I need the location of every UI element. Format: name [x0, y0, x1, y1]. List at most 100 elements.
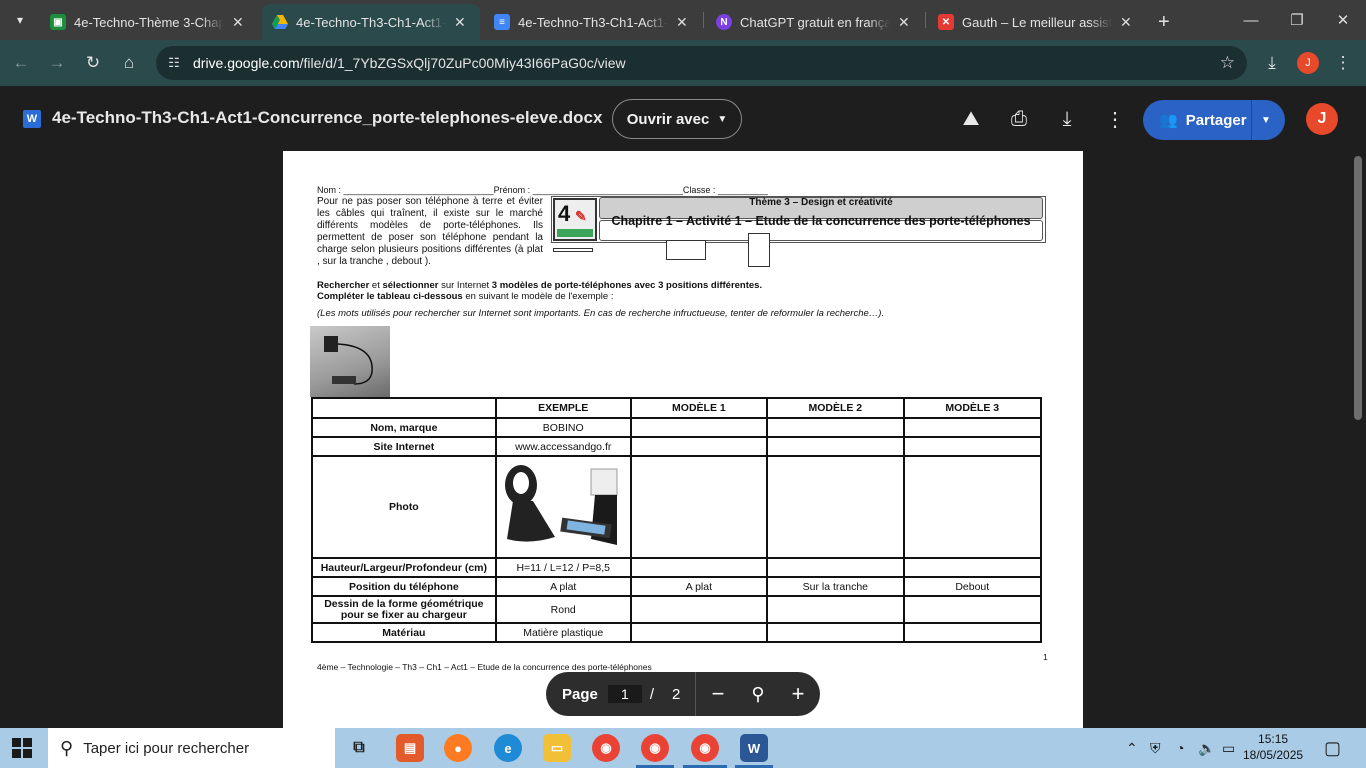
table-cell: Sur la tranche [766, 576, 905, 597]
tab-classroom[interactable]: ▣ 4e-Techno-Thème 3-Chapitre 1 ✕ [40, 4, 258, 40]
avatar[interactable]: J [1297, 52, 1319, 74]
clock-time: 15:15 [1258, 732, 1289, 746]
table-row: Site Internet www.accessandgo.fr [311, 436, 1043, 457]
chevron-down-icon: ▼ [717, 113, 728, 125]
wifi-icon[interactable]: ◔ [1176, 728, 1184, 768]
tab-chatgpt[interactable]: N ChatGPT gratuit en français ✕ [706, 4, 924, 40]
zoom-icon[interactable]: ⚲ [743, 679, 773, 709]
document-title: 4e-Techno-Th3-Ch1-Act1-Concurrence_porte… [52, 108, 603, 127]
menu-icon[interactable]: ⋮ [1328, 48, 1358, 78]
table-cell [902, 595, 1043, 624]
home-icon[interactable]: ⌂ [114, 48, 144, 78]
volume-icon[interactable]: 🔈 [1198, 728, 1215, 768]
firefox-icon[interactable]: ● [444, 734, 472, 762]
table-cell: www.accessandgo.fr [494, 436, 632, 457]
word-icon[interactable]: W [740, 734, 768, 762]
table-row: Nom, marque BOBINO [311, 417, 1043, 438]
close-icon[interactable]: ✕ [454, 14, 466, 31]
search-placeholder: Taper ici pour rechercher [83, 739, 250, 757]
add-to-drive-icon[interactable]: ⛰ [956, 104, 986, 134]
back-icon[interactable]: ← [6, 48, 36, 78]
bookmark-star-icon[interactable]: ☆ [1220, 53, 1235, 73]
download-icon[interactable]: ⤓ [1257, 48, 1287, 78]
classroom-icon: ▣ [50, 14, 66, 30]
close-icon[interactable]: ✕ [898, 14, 910, 31]
close-icon[interactable]: ✕ [676, 14, 688, 31]
print-icon[interactable]: ⎙ [1004, 104, 1034, 134]
chapter-title: Chapitre 1 – Activité 1 – Etude de la co… [599, 215, 1043, 241]
tab-separator [925, 12, 926, 28]
chrome-icon[interactable]: ◉ [592, 734, 620, 762]
zoom-out-icon[interactable]: − [703, 679, 733, 709]
row-label: Dessin de la forme géométrique pour se f… [311, 595, 497, 624]
forward-icon[interactable]: → [42, 48, 72, 78]
tab-search-chevron-icon[interactable]: ▾ [6, 6, 34, 34]
edge-icon[interactable]: e [494, 734, 522, 762]
close-window-icon[interactable]: ✕ [1320, 0, 1366, 40]
new-tab-button[interactable]: + [1148, 4, 1178, 40]
document-page: Nom : ______________________________Prén… [283, 151, 1083, 728]
zoom-in-icon[interactable]: + [783, 679, 813, 709]
clock[interactable]: 15:15 18/05/2025 [1243, 731, 1303, 763]
tab-title: 4e-Techno-Th3-Ch1-Act1-Concurrence [518, 14, 668, 30]
share-button[interactable]: 👥 Partager ▼ [1143, 100, 1285, 140]
chevron-down-icon[interactable]: ▼ [1261, 115, 1271, 126]
more-options-icon[interactable]: ⋮ [1100, 104, 1130, 134]
table-cell [494, 455, 632, 559]
pager-divider [695, 672, 696, 716]
tab-title: ChatGPT gratuit en français [740, 14, 890, 30]
windows-start-icon[interactable] [12, 738, 32, 758]
answer-box-flat [553, 248, 593, 252]
table-cell [766, 557, 905, 578]
viewer-header: W 4e-Techno-Th3-Ch1-Act1-Concurrence_por… [0, 86, 1366, 152]
table-cell: Debout [902, 576, 1043, 597]
answer-box-edge [666, 240, 706, 260]
table-cell [902, 417, 1043, 438]
gauth-icon: ✕ [938, 14, 954, 30]
open-with-label: Ouvrir avec [626, 110, 710, 128]
table-cell [902, 436, 1043, 457]
task-view-icon[interactable]: ⧉ [345, 734, 373, 762]
open-with-button[interactable]: Ouvrir avec ▼ [612, 99, 742, 139]
office-app-icon[interactable]: ▤ [396, 734, 424, 762]
avatar[interactable]: J [1306, 103, 1338, 135]
site-info-icon[interactable]: ☷ [161, 50, 187, 76]
chrome-active-icon[interactable]: ◉ [691, 734, 719, 762]
reload-icon[interactable]: ↻ [78, 48, 108, 78]
close-icon[interactable]: ✕ [1120, 14, 1132, 31]
table-cell [629, 595, 769, 624]
table-header [311, 397, 497, 419]
table-cell [766, 455, 905, 559]
taskbar-search[interactable]: ⚲ Taper ici pour rechercher [48, 728, 335, 768]
table-cell [902, 557, 1043, 578]
tab-gauth[interactable]: ✕ Gauth – Le meilleur assistant ✕ [928, 4, 1146, 40]
intro-paragraph: Pour ne pas poser son téléphone à terre … [317, 196, 543, 267]
security-icon[interactable]: ⛨ [1150, 728, 1161, 768]
chrome-profile-icon[interactable]: ◉ [641, 734, 669, 762]
url-text: drive.google.com/file/d/1_7YbZGSxQlj70Zu… [193, 55, 626, 71]
battery-icon[interactable]: ▭ [1222, 728, 1235, 768]
chatgpt-icon: N [716, 14, 732, 30]
table-cell: A plat [494, 576, 632, 597]
docs-icon: ≡ [494, 14, 510, 30]
page-input[interactable]: 1 [607, 685, 642, 703]
download-icon[interactable]: ⤓ [1052, 104, 1082, 134]
page-label: Page [562, 685, 598, 703]
row-label: Photo [311, 455, 497, 559]
tray-chevron-icon[interactable]: ⌃ [1126, 728, 1138, 768]
table-row: Photo [311, 455, 1043, 559]
tab-docs[interactable]: ≡ 4e-Techno-Th3-Ch1-Act1-Concurrence ✕ [484, 4, 702, 40]
file-explorer-icon[interactable]: ▭ [543, 734, 571, 762]
search-icon: ⚲ [60, 737, 74, 758]
people-icon: 👥 [1159, 112, 1178, 129]
restore-icon[interactable]: ❐ [1274, 0, 1320, 40]
page-number: 1 [1043, 652, 1048, 662]
example-photo [499, 459, 628, 555]
scrollbar-thumb[interactable] [1354, 156, 1362, 420]
tab-drive[interactable]: 4e-Techno-Th3-Ch1-Act1-Concurrence ✕ [262, 4, 480, 40]
close-icon[interactable]: ✕ [232, 14, 244, 31]
minimize-icon[interactable]: — [1228, 0, 1274, 40]
toolbar: ← → ↻ ⌂ ☷ drive.google.com/file/d/1_7YbZ… [0, 40, 1366, 86]
notifications-icon[interactable]: ▢ [1324, 728, 1341, 768]
address-bar[interactable]: ☷ drive.google.com/file/d/1_7YbZGSxQlj70… [156, 46, 1247, 80]
